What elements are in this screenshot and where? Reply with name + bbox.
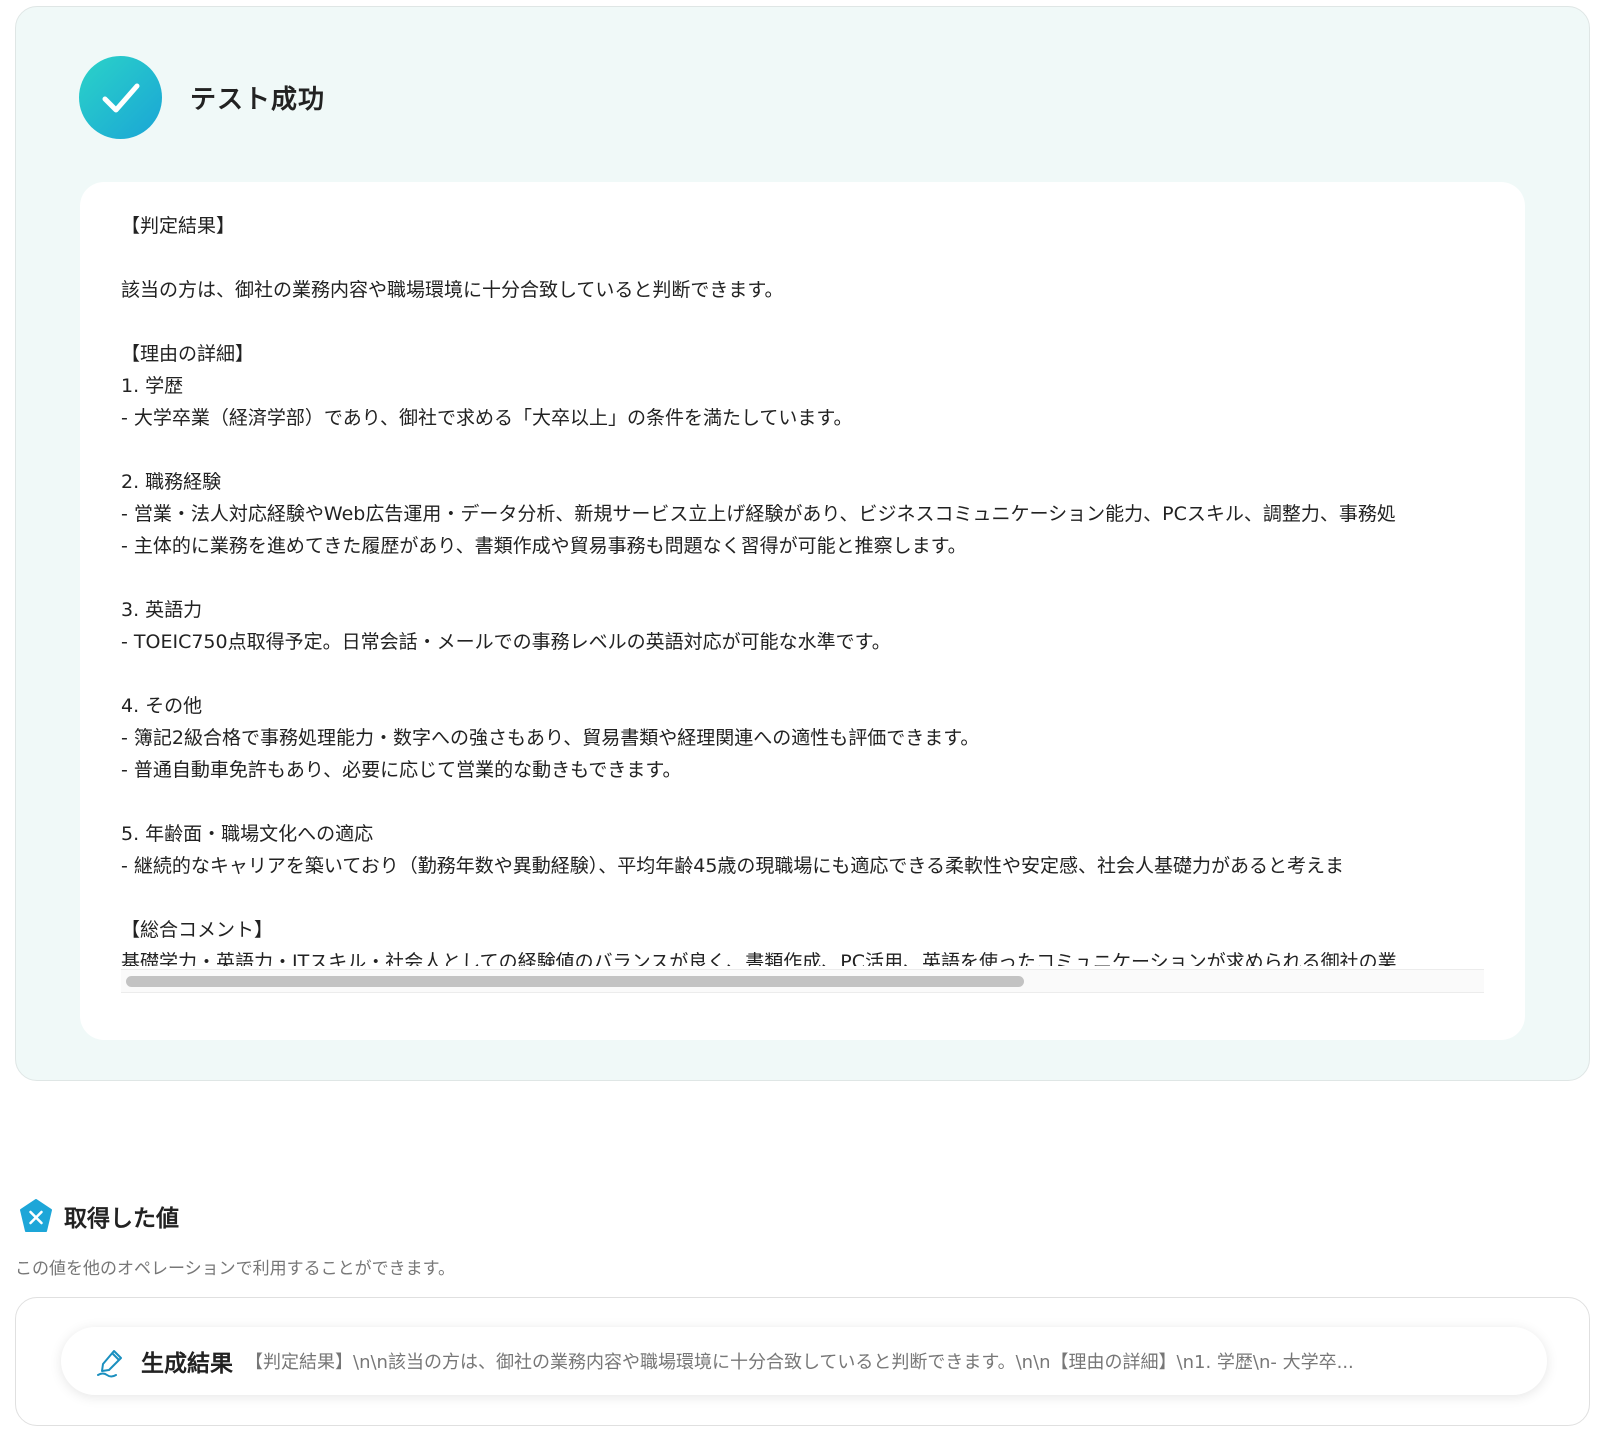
check-icon xyxy=(79,56,162,139)
variable-icon xyxy=(20,1199,52,1232)
result-line: 【判定結果】 xyxy=(121,215,236,237)
obtained-values-header: 取得した値 xyxy=(18,1198,179,1234)
value-chip-preview: 【判定結果】\n\n該当の方は、御社の業務内容や職場環境に十分合致していると判断… xyxy=(245,1352,1354,1373)
result-line xyxy=(121,658,1484,690)
result-line xyxy=(121,786,1484,818)
result-line: - 簿記2級合格で事務処理能力・数字への強さもあり、貿易書類や経理関連への適性も… xyxy=(121,727,980,749)
result-line: - TOEIC750点取得予定。日常会話・メールでの事務レベルの英語対応が可能な… xyxy=(121,631,891,653)
test-success-panel: テスト成功 【判定結果】該当の方は、御社の業務内容や職場環境に十分合致していると… xyxy=(15,6,1590,1081)
result-output-box: 【判定結果】該当の方は、御社の業務内容や職場環境に十分合致していると判断できます… xyxy=(80,182,1525,1040)
obtained-values-panel: 生成結果 【判定結果】\n\n該当の方は、御社の業務内容や職場環境に十分合致して… xyxy=(15,1297,1590,1426)
result-line xyxy=(121,242,1484,274)
result-line: 2. 職務経験 xyxy=(121,471,222,493)
result-line xyxy=(121,562,1484,594)
result-line: 基礎学力・英語力・ITスキル・社会人としての経験値のバランスが良く、書類作成、P… xyxy=(121,951,1397,966)
result-line: 4. その他 xyxy=(121,695,203,717)
value-chip-generated-result[interactable]: 生成結果 【判定結果】\n\n該当の方は、御社の業務内容や職場環境に十分合致して… xyxy=(61,1327,1547,1395)
result-line: - 継続的なキャリアを築いており（勤務年数や異動経験）、平均年齢45歳の現職場に… xyxy=(121,855,1345,877)
result-line: - 営業・法人対応経験やWeb広告運用・データ分析、新規サービス立上げ経験があり… xyxy=(121,503,1396,525)
value-chip-label: 生成結果 xyxy=(141,1351,233,1377)
test-success-title: テスト成功 xyxy=(190,85,326,115)
result-line: - 主体的に業務を進めてきた履歴があり、書類作成や貿易事務も問題なく習得が可能と… xyxy=(121,535,967,557)
obtained-values-description: この値を他のオペレーションで利用することができます。 xyxy=(15,1259,455,1279)
result-line: 3. 英語力 xyxy=(121,599,203,621)
result-line: 【総合コメント】 xyxy=(121,919,274,941)
result-line: 5. 年齢面・職場文化への適応 xyxy=(121,823,374,845)
result-line: 1. 学歴 xyxy=(121,375,184,397)
result-text-area[interactable]: 【判定結果】該当の方は、御社の業務内容や職場環境に十分合致していると判断できます… xyxy=(121,210,1484,966)
result-line: - 普通自動車免許もあり、必要に応じて営業的な動きもできます。 xyxy=(121,759,682,781)
result-line: - 大学卒業（経済学部）であり、御社で求める「大卒以上」の条件を満たしています。 xyxy=(121,407,853,429)
pen-icon xyxy=(97,1350,122,1378)
horizontal-scrollbar-thumb[interactable] xyxy=(126,976,1024,987)
obtained-values-title: 取得した値 xyxy=(64,1206,179,1232)
result-line xyxy=(121,882,1484,914)
result-line xyxy=(121,306,1484,338)
result-line: 【理由の詳細】 xyxy=(121,343,255,365)
horizontal-scrollbar[interactable] xyxy=(121,969,1484,993)
result-line xyxy=(121,434,1484,466)
result-line: 該当の方は、御社の業務内容や職場環境に十分合致していると判断できます。 xyxy=(121,279,784,301)
